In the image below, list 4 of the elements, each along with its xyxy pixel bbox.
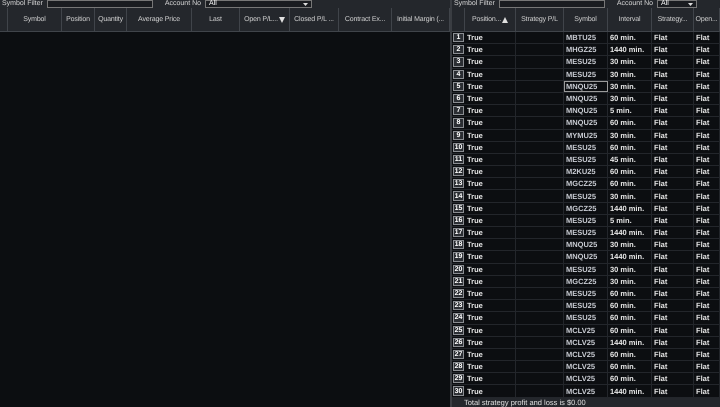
symbol-filter-field[interactable] xyxy=(46,0,153,8)
caret-icon xyxy=(303,2,308,6)
caret-icon xyxy=(688,2,694,6)
symbol-filter-field[interactable] xyxy=(498,0,605,8)
